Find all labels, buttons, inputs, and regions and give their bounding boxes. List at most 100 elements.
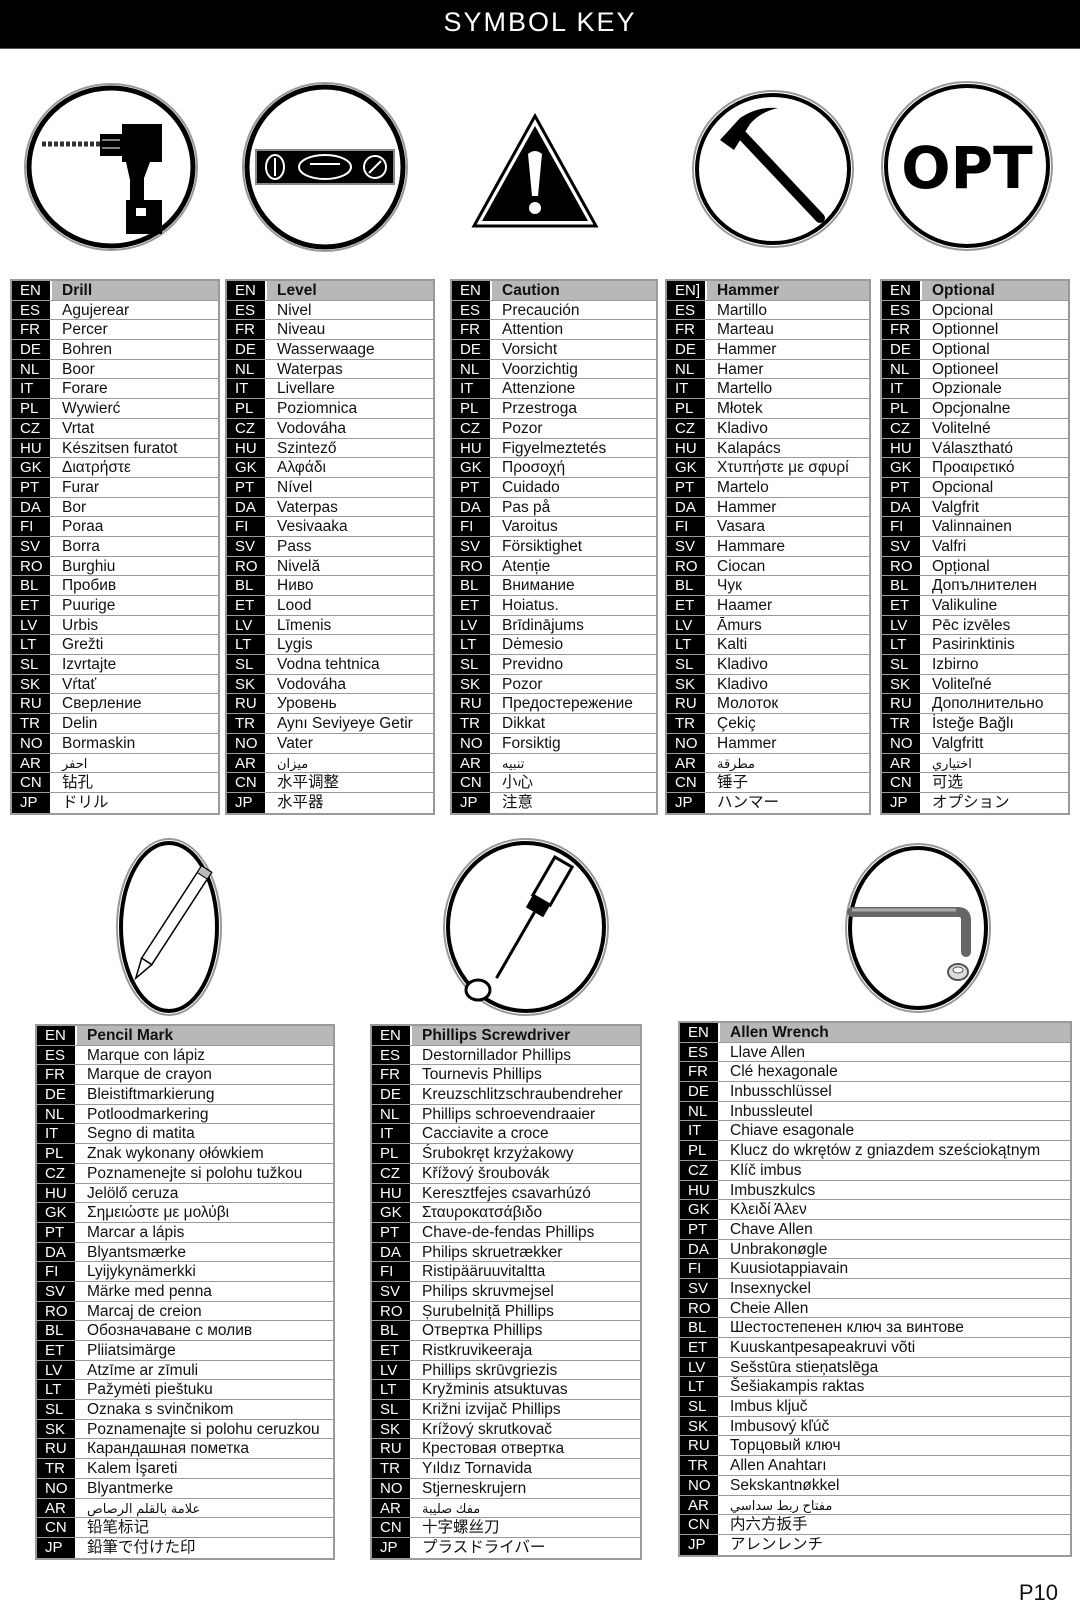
- language-code: DE: [882, 340, 922, 359]
- language-code: SV: [37, 1281, 77, 1301]
- language-code: BL: [680, 1318, 720, 1337]
- translation: 锤子: [717, 774, 749, 792]
- language-code: CN: [227, 773, 267, 792]
- language-code: CZ: [227, 418, 267, 438]
- translation: Διατρήστε: [62, 459, 131, 477]
- language-code: LT: [680, 1377, 720, 1397]
- language-code: PT: [452, 477, 492, 497]
- table-row: ES Martillo: [667, 300, 869, 321]
- translation: Отвертка Phillips: [422, 1322, 543, 1340]
- translation: Dėmesio: [502, 636, 564, 654]
- translation: Σημειώστε με μολύβι: [87, 1204, 230, 1222]
- language-code: FI: [452, 517, 492, 536]
- translation: Kuusiotappiavain: [730, 1260, 849, 1278]
- table-row: ET Valikuline: [882, 596, 1068, 616]
- translation: Delin: [62, 715, 98, 733]
- language-code: CZ: [452, 418, 492, 438]
- translation: ドリル: [62, 793, 109, 811]
- translation: Oznaka s svinčnikom: [87, 1401, 234, 1419]
- table-row: JP オプション: [882, 792, 1068, 813]
- table-row: GK Προσοχή: [452, 458, 656, 478]
- language-code: AR: [227, 753, 267, 773]
- optional-icon-text: OPT: [901, 134, 1033, 202]
- translation: Обозначаване с молив: [87, 1322, 253, 1340]
- language-code: PL: [680, 1141, 720, 1160]
- language-code: AR: [372, 1498, 412, 1518]
- table-row: ET Ristkruvikeeraja: [372, 1341, 640, 1361]
- language-code: RU: [37, 1439, 77, 1459]
- language-code: AR: [452, 753, 492, 773]
- translation: تنبيه: [502, 755, 525, 771]
- table-row: CZ Klíč imbus: [680, 1160, 1070, 1181]
- language-code: CN: [372, 1518, 412, 1537]
- translation: Χτυπήστε με σφυρί: [717, 459, 849, 477]
- translation: Hamer: [717, 360, 764, 378]
- table-row: RO Opțional: [882, 556, 1068, 577]
- table-row: CZ Volitelné: [882, 418, 1068, 439]
- language-code: EN: [882, 281, 922, 300]
- table-row: CZ Vodováha: [227, 418, 433, 439]
- translation: Kalapács: [717, 439, 781, 457]
- language-code: GK: [227, 458, 267, 477]
- language-code: NO: [667, 733, 707, 753]
- translation: 小心: [502, 774, 534, 792]
- translation: Допълнителен: [932, 577, 1037, 595]
- translation: Līmenis: [277, 616, 332, 634]
- table-row: PT Nível: [227, 477, 433, 498]
- table-row: LV Urbis: [12, 615, 218, 636]
- table-row: CZ Poznamenejte si polohu tužkou: [37, 1163, 333, 1184]
- table-row: RU Молоток: [667, 694, 869, 715]
- translation: Marcaj de creion: [87, 1302, 202, 1320]
- table-row: BL Пробив: [12, 576, 218, 596]
- table-row: FI Valinnainen: [882, 517, 1068, 537]
- language-code: GK: [372, 1203, 412, 1222]
- translation: Vŕtať: [62, 675, 97, 693]
- language-code: TR: [12, 714, 52, 733]
- language-code: DE: [372, 1085, 412, 1104]
- language-code: SL: [667, 655, 707, 674]
- language-code: FR: [882, 320, 922, 340]
- language-code: AR: [680, 1495, 720, 1515]
- phillips-screwdriver-icon: [436, 838, 616, 1016]
- translation: Haamer: [717, 597, 773, 614]
- table-row: IT Livellare: [227, 379, 433, 400]
- table-header-row: EN] Hammer: [667, 281, 869, 301]
- table-row: RO Marcaj de creion: [37, 1301, 333, 1322]
- language-code: DA: [227, 497, 267, 517]
- language-code: ET: [227, 596, 267, 615]
- symbol-name: Hammer: [707, 281, 869, 300]
- translation: Izbirno: [932, 656, 979, 674]
- translation: Ristipääruuvitaltta: [422, 1263, 546, 1281]
- translation: Waterpas: [277, 360, 343, 378]
- table-row: SK Pozor: [452, 674, 656, 695]
- language-code: ET: [37, 1341, 77, 1360]
- translation: Чук: [717, 577, 742, 595]
- translation: Kladivo: [717, 419, 768, 437]
- language-code: BL: [227, 576, 267, 595]
- table-row: AR مفتاح ربط سداسي: [680, 1495, 1070, 1516]
- level-icon: [240, 82, 410, 252]
- language-code: EN: [452, 281, 492, 300]
- table-row: NL Hamer: [667, 359, 869, 380]
- translation: Borra: [62, 537, 100, 555]
- language-code: LV: [227, 615, 267, 635]
- language-code: GK: [452, 458, 492, 477]
- table-row: TR Yıldız Tornavida: [372, 1459, 640, 1479]
- translation: Opțional: [932, 557, 990, 575]
- translation: Nivelă: [277, 557, 321, 575]
- table-row: IT Chiave esagonale: [680, 1121, 1070, 1142]
- translation: Kuuskantpesapeakruvi võti: [730, 1339, 916, 1356]
- table-row: TR Dikkat: [452, 714, 656, 734]
- table-row: FR Percer: [12, 320, 218, 341]
- language-code: DE: [227, 340, 267, 359]
- table-row: CN 钻孔: [12, 773, 218, 793]
- language-code: SL: [37, 1400, 77, 1419]
- table-row: SV Borra: [12, 536, 218, 557]
- translation: Krížový skrutkovač: [422, 1420, 553, 1438]
- language-code: PT: [227, 477, 267, 497]
- language-code: ET: [372, 1341, 412, 1360]
- translation: Pozor: [502, 675, 543, 693]
- language-code: AR: [12, 753, 52, 773]
- table-row: NO Vater: [227, 733, 433, 754]
- table-row: PT Martelo: [667, 477, 869, 498]
